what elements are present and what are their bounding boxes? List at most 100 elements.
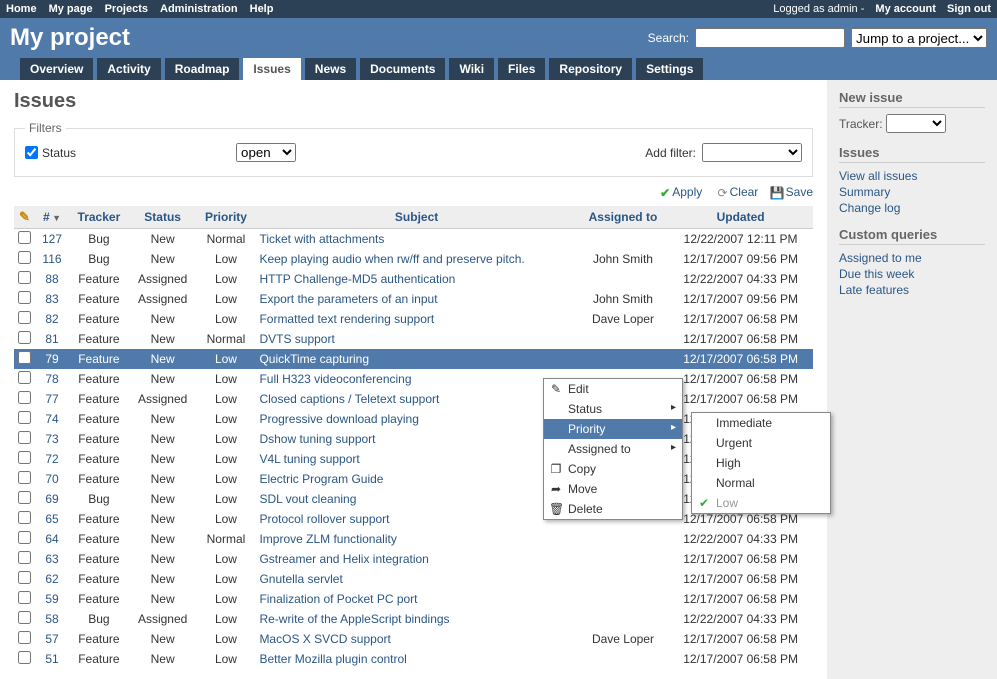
context-menu[interactable]: ✎EditStatusPriorityAssigned to❐Copy➦Move… [543, 378, 683, 520]
issue-id[interactable]: 73 [45, 432, 58, 446]
status-select[interactable]: open [236, 143, 296, 162]
submenu-immediate[interactable]: Immediate [692, 413, 830, 433]
issue-id[interactable]: 81 [45, 332, 58, 346]
menu-delete[interactable]: 🗑Delete [544, 499, 682, 519]
issue-id[interactable]: 78 [45, 372, 58, 386]
menu-copy[interactable]: ❐Copy [544, 459, 682, 479]
col-priority[interactable]: Priority [205, 210, 247, 224]
row-checkbox[interactable] [18, 371, 31, 384]
col-status[interactable]: Status [144, 210, 181, 224]
top-home[interactable]: Home [6, 3, 37, 15]
sign-out-link[interactable]: Sign out [947, 3, 991, 15]
issue-id[interactable]: 65 [45, 512, 58, 526]
clear-link[interactable]: ⟳Clear [714, 185, 759, 199]
row-checkbox[interactable] [18, 491, 31, 504]
issue-subject[interactable]: Improve ZLM functionality [259, 532, 396, 546]
tab-overview[interactable]: Overview [20, 58, 93, 80]
issue-id[interactable]: 83 [45, 292, 58, 306]
row-checkbox[interactable] [18, 231, 31, 244]
tab-roadmap[interactable]: Roadmap [165, 58, 240, 80]
issue-id[interactable]: 64 [45, 532, 58, 546]
table-row[interactable]: 58BugAssignedLowRe-write of the AppleScr… [14, 609, 813, 629]
row-checkbox[interactable] [18, 311, 31, 324]
menu-edit[interactable]: ✎Edit [544, 379, 682, 399]
table-row[interactable]: 77FeatureAssignedLowClosed captions / Te… [14, 389, 813, 409]
table-row[interactable]: 78FeatureNewLowFull H323 videoconferenci… [14, 369, 813, 389]
tab-activity[interactable]: Activity [97, 58, 160, 80]
row-checkbox[interactable] [18, 591, 31, 604]
sidebar-link[interactable]: Assigned to me [839, 251, 985, 265]
row-checkbox[interactable] [18, 571, 31, 584]
tab-files[interactable]: Files [498, 58, 545, 80]
issue-subject[interactable]: Re-write of the AppleScript bindings [259, 612, 449, 626]
table-row[interactable]: 64FeatureNewNormalImprove ZLM functional… [14, 529, 813, 549]
issue-subject[interactable]: Gstreamer and Helix integration [259, 552, 428, 566]
row-checkbox[interactable] [18, 411, 31, 424]
issue-id[interactable]: 57 [45, 632, 58, 646]
menu-move[interactable]: ➦Move [544, 479, 682, 499]
issue-id[interactable]: 116 [42, 252, 61, 266]
row-checkbox[interactable] [18, 251, 31, 264]
status-checkbox[interactable] [25, 146, 38, 159]
issue-id[interactable]: 51 [45, 652, 58, 666]
row-checkbox[interactable] [18, 631, 31, 644]
context-submenu[interactable]: ImmediateUrgentHighNormal✔Low [691, 412, 831, 514]
table-row[interactable]: 51FeatureNewLowBetter Mozilla plugin con… [14, 649, 813, 669]
issue-subject[interactable]: Export the parameters of an input [259, 292, 437, 306]
table-row[interactable]: 81FeatureNewNormalDVTS support12/17/2007… [14, 329, 813, 349]
issue-subject[interactable]: QuickTime capturing [259, 352, 369, 366]
tab-issues[interactable]: Issues [243, 58, 300, 80]
sidebar-link[interactable]: Late features [839, 283, 985, 297]
issue-subject[interactable]: Progressive download playing [259, 412, 418, 426]
issue-id[interactable]: 58 [45, 612, 58, 626]
row-checkbox[interactable] [18, 351, 31, 364]
issue-id[interactable]: 79 [45, 352, 58, 366]
menu-status[interactable]: Status [544, 399, 682, 419]
search-input[interactable] [695, 28, 845, 48]
submenu-high[interactable]: High [692, 453, 830, 473]
issue-subject[interactable]: SDL vout cleaning [259, 492, 356, 506]
issue-id[interactable]: 74 [45, 412, 58, 426]
top-help[interactable]: Help [250, 3, 274, 15]
issue-subject[interactable]: Formatted text rendering support [259, 312, 434, 326]
issue-id[interactable]: 88 [45, 272, 58, 286]
table-row[interactable]: 63FeatureNewLowGstreamer and Helix integ… [14, 549, 813, 569]
row-checkbox[interactable] [18, 611, 31, 624]
issue-id[interactable]: 70 [45, 472, 58, 486]
top-my-page[interactable]: My page [49, 3, 93, 15]
tab-documents[interactable]: Documents [360, 58, 445, 80]
tracker-select[interactable] [886, 114, 946, 133]
row-checkbox[interactable] [18, 471, 31, 484]
issue-subject[interactable]: Electric Program Guide [259, 472, 383, 486]
table-row[interactable]: 62FeatureNewLowGnutella servlet12/17/200… [14, 569, 813, 589]
issue-id[interactable]: 82 [45, 312, 58, 326]
tab-wiki[interactable]: Wiki [449, 58, 494, 80]
issue-subject[interactable]: Dshow tuning support [259, 432, 375, 446]
table-row[interactable]: 59FeatureNewLowFinalization of Pocket PC… [14, 589, 813, 609]
table-row[interactable]: 127BugNewNormalTicket with attachments12… [14, 228, 813, 249]
table-row[interactable]: 57FeatureNewLowMacOS X SVCD supportDave … [14, 629, 813, 649]
issue-subject[interactable]: MacOS X SVCD support [259, 632, 390, 646]
sidebar-link[interactable]: View all issues [839, 169, 985, 183]
row-checkbox[interactable] [18, 391, 31, 404]
issue-subject[interactable]: Keep playing audio when rw/ff and preser… [259, 252, 524, 266]
row-checkbox[interactable] [18, 511, 31, 524]
table-row[interactable]: 83FeatureAssignedLowExport the parameter… [14, 289, 813, 309]
table-row[interactable]: 79FeatureNewLowQuickTime capturing12/17/… [14, 349, 813, 369]
table-row[interactable]: 82FeatureNewLowFormatted text rendering … [14, 309, 813, 329]
row-checkbox[interactable] [18, 451, 31, 464]
table-row[interactable]: 88FeatureAssignedLowHTTP Challenge-MD5 a… [14, 269, 813, 289]
submenu-low[interactable]: ✔Low [692, 493, 830, 513]
submenu-urgent[interactable]: Urgent [692, 433, 830, 453]
issue-subject[interactable]: Better Mozilla plugin control [259, 652, 406, 666]
col-assigned[interactable]: Assigned to [589, 210, 658, 224]
menu-priority[interactable]: Priority [544, 419, 682, 439]
tab-news[interactable]: News [305, 58, 356, 80]
row-checkbox[interactable] [18, 531, 31, 544]
tab-repository[interactable]: Repository [549, 58, 632, 80]
row-checkbox[interactable] [18, 651, 31, 664]
issue-id[interactable]: 72 [45, 452, 58, 466]
col-subject[interactable]: Subject [395, 210, 438, 224]
sidebar-link[interactable]: Summary [839, 185, 985, 199]
apply-link[interactable]: ✔Apply [656, 185, 702, 199]
